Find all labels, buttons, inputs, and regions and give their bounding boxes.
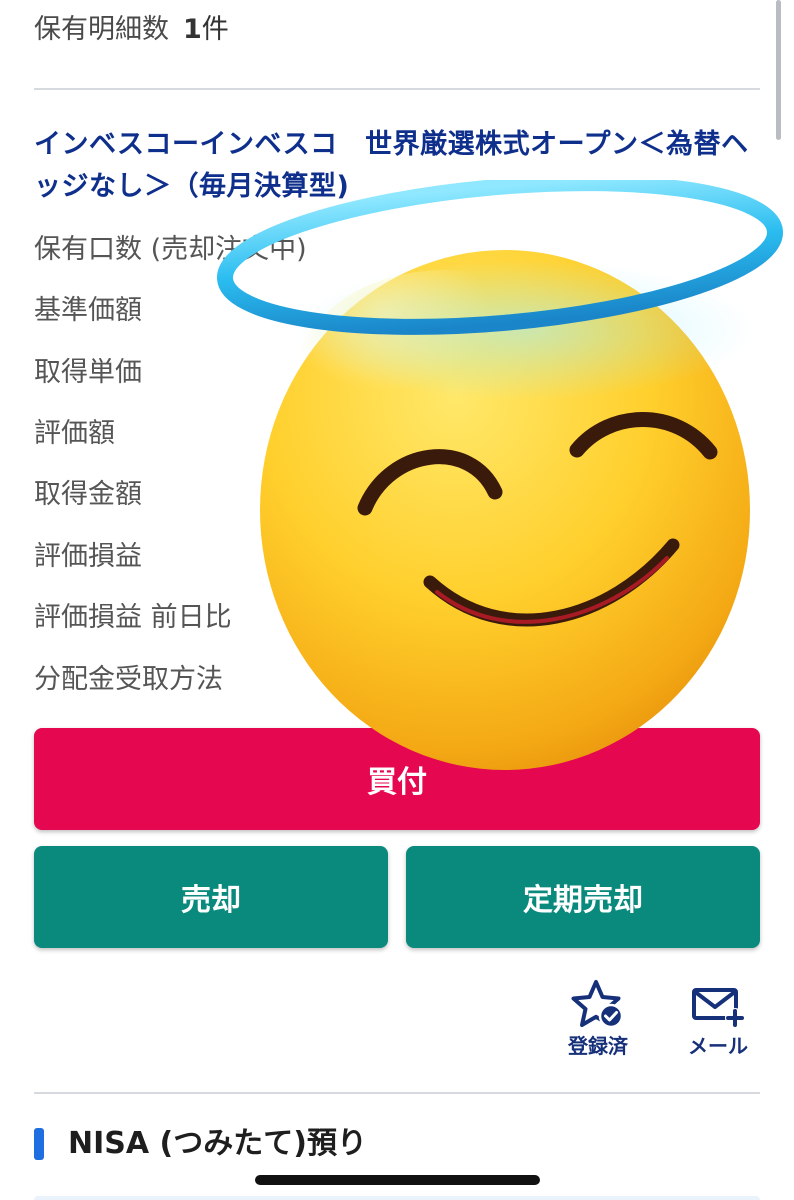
next-card-edge <box>34 1196 760 1200</box>
buy-button[interactable]: 買付 <box>34 728 760 830</box>
holdings-count: 保有明細数 1件 <box>34 8 229 52</box>
mail-plus-icon <box>692 988 745 1028</box>
divider <box>34 88 760 90</box>
detail-row-unrealized-pl: 評価損益 <box>34 537 760 577</box>
detail-label: 評価損益 <box>34 541 142 572</box>
detail-row-unit-cost: 取得単価 <box>34 353 760 393</box>
sell-button[interactable]: 売却 <box>34 846 388 948</box>
periodic-sell-button[interactable]: 定期売却 <box>406 846 760 948</box>
detail-row-nav: 基準価額 <box>34 291 760 331</box>
mail-button[interactable]: メール <box>668 978 768 1058</box>
star-check-icon <box>571 980 624 1029</box>
detail-label: 取得金額 <box>34 479 142 510</box>
favorite-registered-label: 登録済 <box>568 1034 628 1058</box>
divider <box>34 1092 760 1094</box>
holdings-count-unit: 件 <box>201 14 229 45</box>
favorite-registered-button[interactable]: 登録済 <box>548 978 648 1058</box>
home-indicator[interactable] <box>255 1175 540 1185</box>
detail-row-dividend-method: 分配金受取方法 <box>34 660 760 700</box>
detail-label: 評価損益 前日比 <box>34 602 232 633</box>
detail-row-acquisition-cost: 取得金額 <box>34 475 760 515</box>
detail-row-market-value: 評価額 <box>34 414 760 454</box>
detail-label: 基準価額 <box>34 295 142 326</box>
detail-row-units: 保有口数 (売却注文中) <box>34 230 760 270</box>
detail-row-pl-day-change: 評価損益 前日比 <box>34 598 760 638</box>
detail-label: 取得単価 <box>34 357 142 388</box>
fund-name-link[interactable]: インベスコーインベスコ 世界厳選株式オープン＜為替ヘッジなし＞（毎月決算型) <box>34 124 760 208</box>
section-title: NISA (つみたて)預り <box>68 1126 367 1161</box>
detail-label: 分配金受取方法 <box>34 664 223 695</box>
detail-label: 評価額 <box>34 418 115 449</box>
detail-label: 保有口数 (売却注文中) <box>34 234 307 265</box>
mail-label: メール <box>688 1034 748 1058</box>
holdings-count-label: 保有明細数 <box>34 14 169 45</box>
section-accent-bar <box>34 1128 44 1160</box>
scrollbar[interactable] <box>776 0 781 140</box>
holdings-count-value: 1 <box>183 14 202 45</box>
